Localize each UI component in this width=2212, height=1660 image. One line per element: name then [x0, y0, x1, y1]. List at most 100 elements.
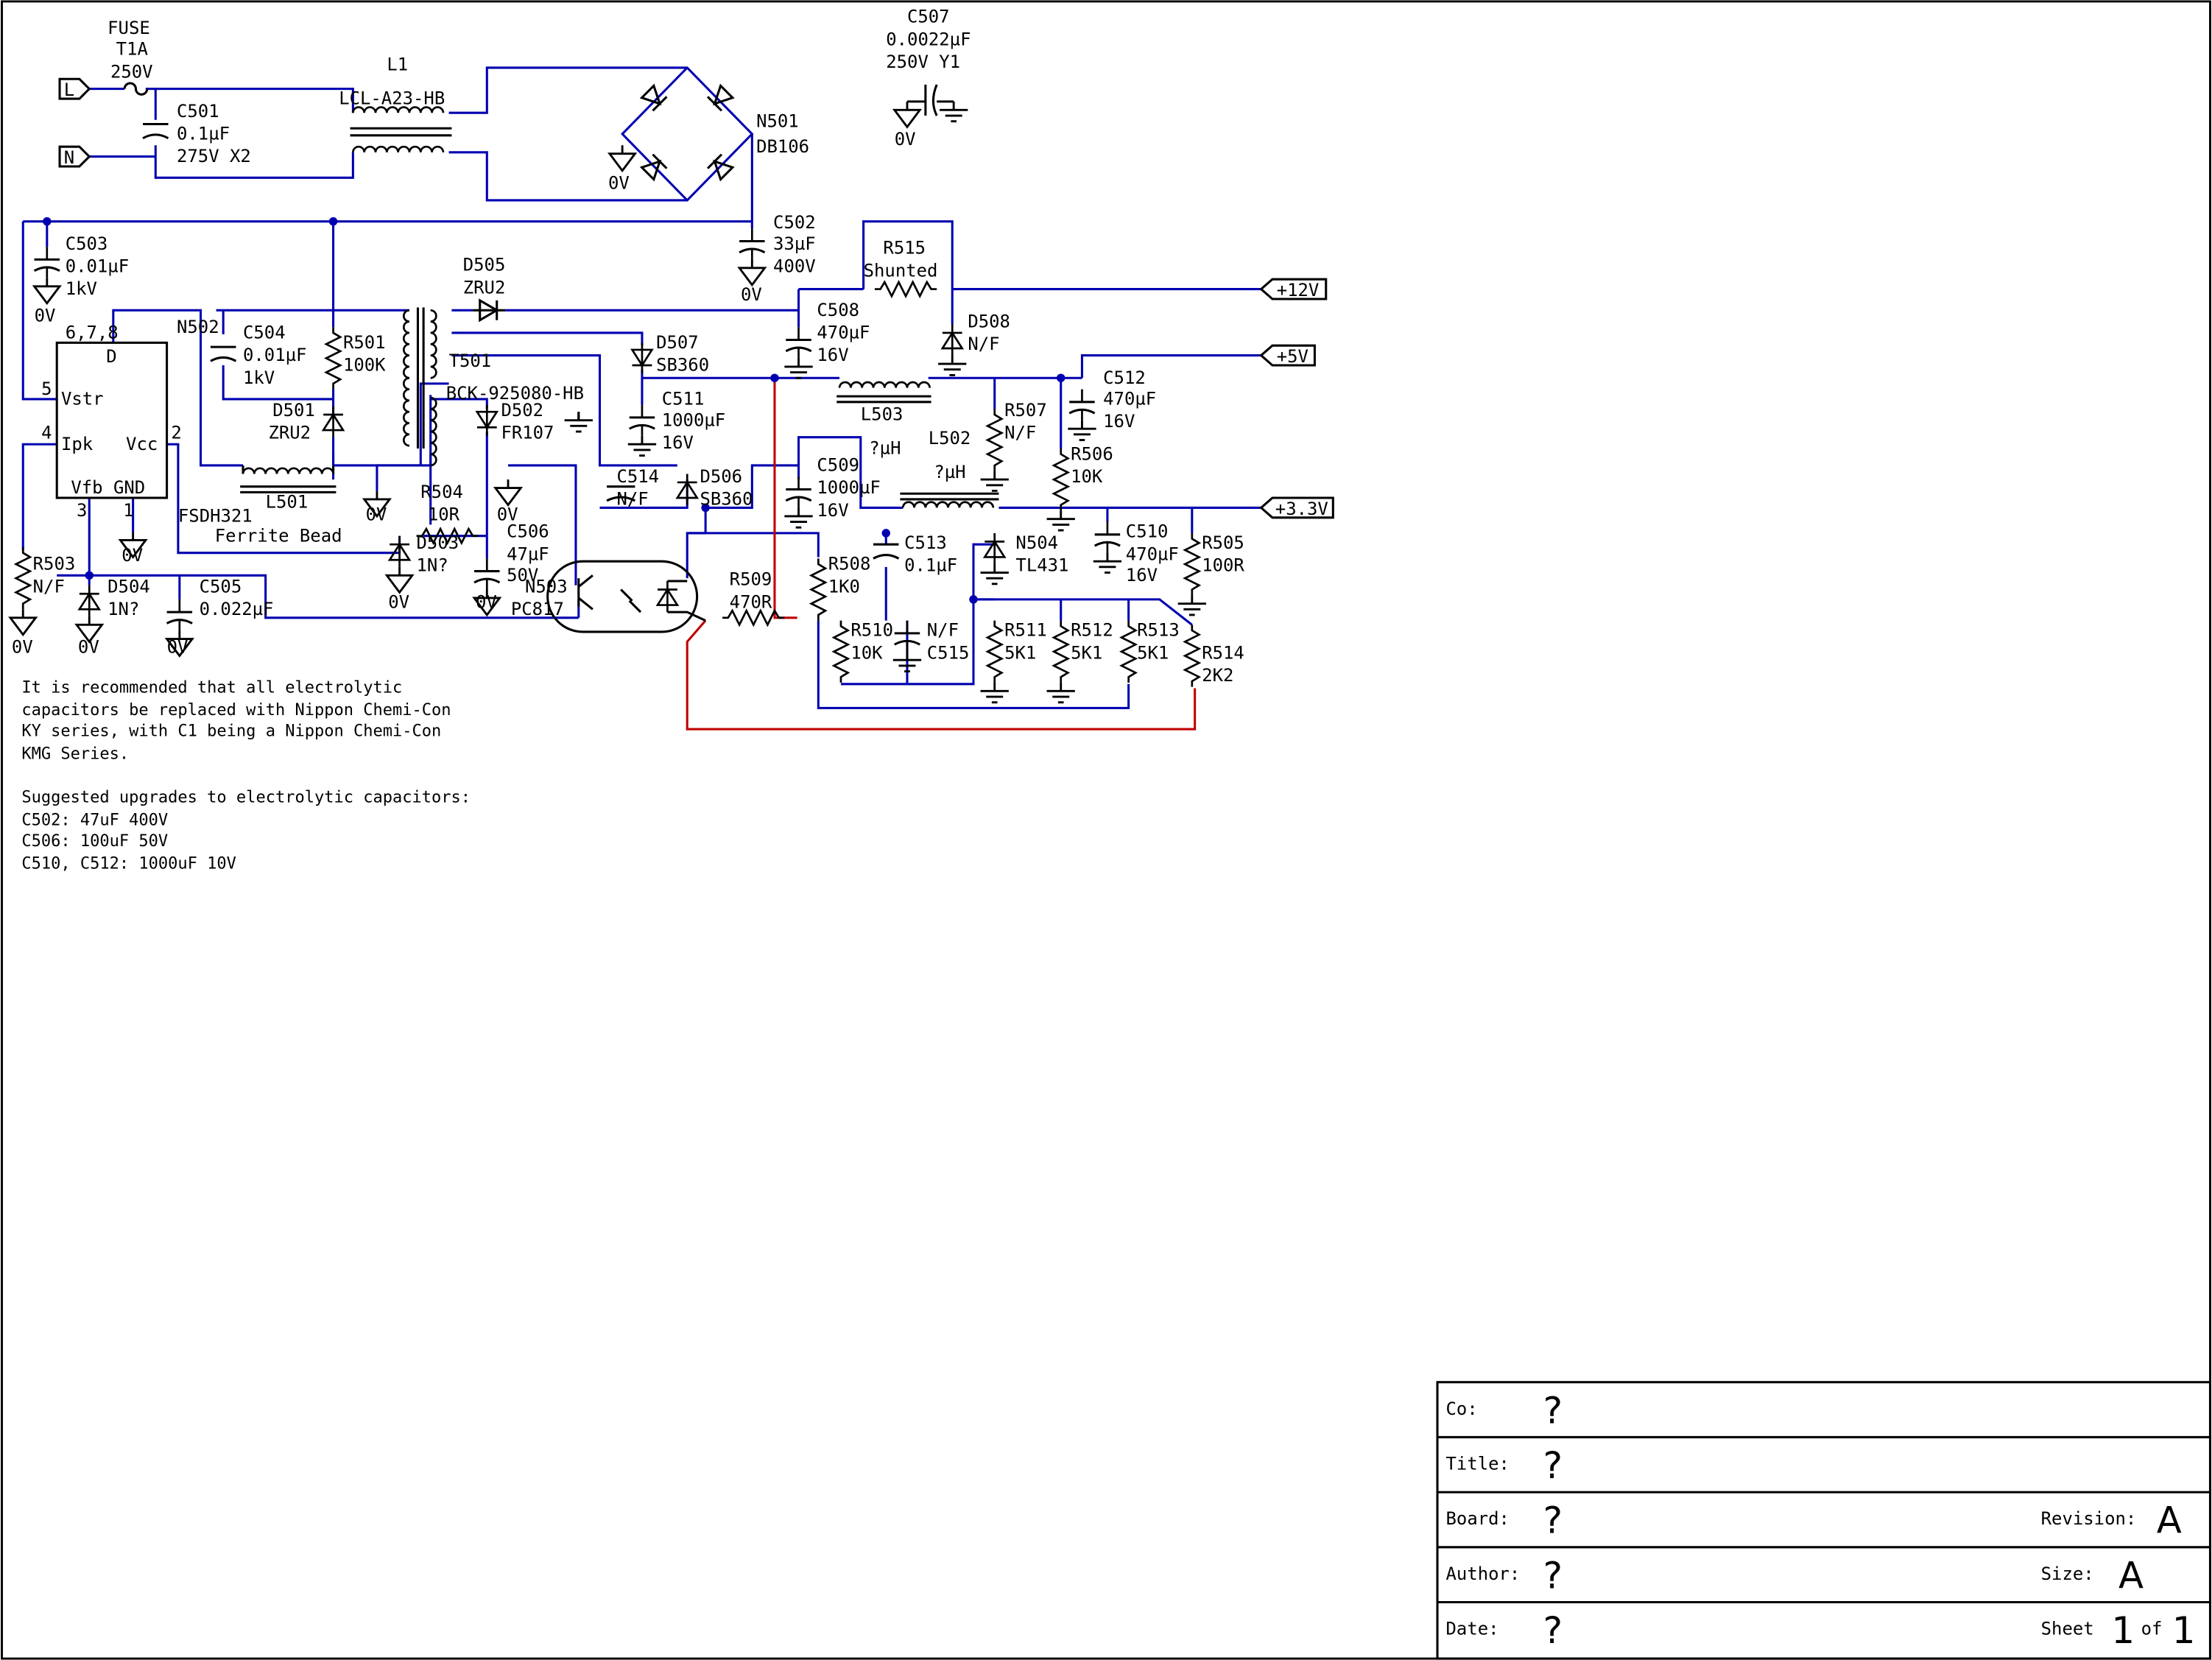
c511-ref: C511	[662, 389, 705, 409]
r514-value: 2K2	[1202, 665, 1233, 686]
ferrite-bead-label: Ferrite Bead	[215, 525, 342, 546]
r513-value: 5K1	[1137, 642, 1169, 663]
c515-value: N/F	[927, 620, 959, 641]
n504-ref: N504	[1015, 532, 1058, 553]
title-value: ?	[1543, 1444, 1563, 1487]
schematic-sheet: FUSE T1A 250V C507 0.0022µF 250V Y1 L1 L…	[1, 0, 2212, 1660]
c504-value: 0.01µF	[243, 345, 306, 365]
c502-value: 33µF	[773, 233, 816, 254]
d506-ref: D506	[700, 466, 742, 487]
pc817-body	[546, 560, 699, 633]
fuse-rating: T1A	[116, 39, 148, 60]
c512-value: 470µF	[1103, 389, 1156, 409]
author-value: ?	[1543, 1554, 1563, 1597]
r506-value: 10K	[1071, 466, 1103, 487]
c503-ref: C503	[66, 233, 108, 254]
c508-ref: C508	[817, 300, 859, 320]
r509-value: 470R	[730, 591, 772, 612]
note-line: capacitors be replaced with Nippon Chemi…	[21, 701, 451, 720]
port-n-label: N	[64, 147, 74, 168]
sheet-value: 1	[2111, 1609, 2135, 1652]
ic-pin-ipk: 4	[41, 423, 52, 443]
gnd-label: 0V	[366, 504, 387, 525]
c504-ref: C504	[243, 323, 286, 343]
c505-value: 0.022µF	[200, 599, 274, 619]
n503-part: PC817	[511, 599, 564, 619]
c507-value: 0.0022µF	[886, 29, 971, 49]
labels: FUSE T1A 250V C507 0.0022µF 250V Y1 L1 L…	[12, 7, 1328, 686]
d505-part: ZRU2	[463, 277, 506, 298]
l1-part: LCL-A23-HB	[339, 88, 445, 109]
r515-value: Shunted	[864, 260, 938, 281]
title-label: Title:	[1446, 1453, 1510, 1474]
r503-value: N/F	[33, 576, 65, 597]
gnd-label: 0V	[12, 637, 33, 658]
fuse-voltage: 250V	[110, 61, 153, 82]
d504-ref: D504	[108, 576, 150, 597]
sheet-label: Sheet	[2041, 1619, 2094, 1639]
n501-ref: N501	[756, 110, 799, 131]
c509-value: 1000µF	[817, 477, 880, 498]
c513-value: 0.1µF	[904, 555, 957, 576]
d502-ref: D502	[501, 400, 543, 421]
r509-ref: R509	[730, 569, 772, 590]
c508-value: 470µF	[817, 323, 870, 343]
r515-ref: R515	[883, 238, 926, 259]
c506-value: 47µF	[507, 544, 549, 564]
c509-rating: 16V	[817, 500, 848, 521]
r508-ref: R508	[828, 554, 871, 574]
ic-pin-vstr: 5	[41, 379, 52, 399]
author-label: Author:	[1446, 1564, 1521, 1584]
r501-ref: R501	[343, 332, 386, 353]
c510-rating: 16V	[1126, 565, 1158, 585]
r508-value: 1K0	[828, 576, 860, 597]
l503-ref: L503	[861, 404, 904, 425]
l1-ref: L1	[387, 54, 408, 75]
gnd-label: 0V	[497, 504, 518, 525]
note-line: C502: 47uF 400V	[21, 811, 168, 829]
r512-value: 5K1	[1071, 642, 1102, 663]
d508-ref: D508	[968, 311, 1010, 331]
port-3v3-label: +3.3V	[1275, 499, 1328, 519]
ic-name-vcc: Vcc	[126, 434, 158, 454]
d507-ref: D507	[656, 332, 699, 353]
gnd-label: 0V	[388, 591, 409, 612]
inductance-label-1: ?µH	[869, 438, 901, 459]
revision-value: A	[2157, 1499, 2182, 1542]
gnd-label: 0V	[167, 637, 189, 658]
c504-rating: 1kV	[243, 367, 275, 388]
c512-rating: 16V	[1103, 411, 1135, 432]
n501-part: DB106	[756, 136, 809, 157]
d501-part: ZRU2	[268, 423, 311, 443]
ic-name-d: D	[106, 346, 116, 367]
d503-part: 1N?	[417, 555, 448, 576]
ic-pin-vfb: 3	[77, 500, 87, 521]
r504-value: 10R	[428, 504, 460, 525]
r511-value: 5K1	[1004, 642, 1036, 663]
note-line: C506: 100uF 50V	[21, 832, 168, 851]
date-label: Date:	[1446, 1619, 1499, 1639]
d504-part: 1N?	[108, 599, 139, 619]
r507-ref: R507	[1004, 400, 1047, 421]
c511-value: 1000µF	[662, 409, 725, 430]
gnd-label: 0V	[895, 129, 916, 150]
of-label: of	[2141, 1619, 2163, 1639]
board-label: Board:	[1446, 1508, 1510, 1529]
note-line: KMG Series.	[21, 745, 129, 763]
gnd-label: 0V	[608, 173, 630, 194]
c503-rating: 1kV	[66, 278, 97, 299]
l501-ref: L501	[266, 491, 309, 512]
size-label: Size:	[2041, 1564, 2094, 1584]
d507-part: SB360	[656, 355, 709, 376]
c509-ref: C509	[817, 455, 859, 476]
c508-rating: 16V	[817, 345, 848, 365]
d508-value: N/F	[968, 334, 999, 354]
r503-ref: R503	[33, 554, 76, 574]
n504-part: TL431	[1015, 555, 1068, 576]
ic-pin-drain: 6,7,8	[66, 323, 119, 343]
ic-name-vfb-gnd: Vfb GND	[71, 477, 145, 498]
ic-pin-vcc: 2	[171, 423, 181, 443]
r501-value: 100K	[343, 355, 386, 376]
note-line: KY series, with C1 being a Nippon Chemi-…	[21, 722, 441, 741]
of-value: 1	[2172, 1609, 2196, 1652]
